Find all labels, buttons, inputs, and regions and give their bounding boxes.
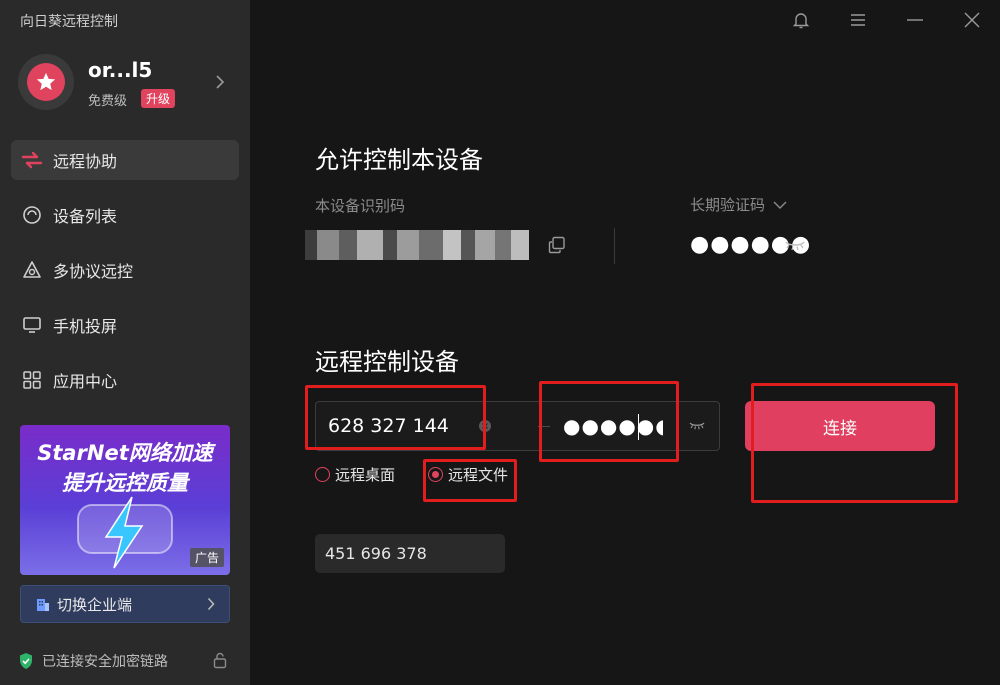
- partner-password-input[interactable]: [563, 410, 663, 442]
- sidebar-item-remote-assist[interactable]: 远程协助: [11, 140, 239, 180]
- menu-icon: [850, 14, 865, 26]
- allow-control-title: 允许控制本设备: [315, 146, 483, 174]
- star-icon: [36, 72, 56, 91]
- app-title: 向日葵远程控制: [20, 14, 118, 30]
- chevron-down-icon: [773, 201, 787, 209]
- secure-status-label: 已连接安全加密链路: [42, 654, 168, 670]
- radio-remote-desktop[interactable]: 远程桌面: [315, 464, 395, 485]
- sidebar-item-multi-protocol[interactable]: 多协议远控: [11, 250, 239, 290]
- ad-tag: 广告: [189, 548, 224, 567]
- sidebar-item-label: 多协议远控: [53, 262, 134, 281]
- secure-connection-status: 已连接安全加密链路: [18, 650, 233, 672]
- ad-banner[interactable]: StarNet网络加速 提升远控质量 广告: [20, 425, 230, 575]
- copy-icon[interactable]: [548, 236, 566, 254]
- screen-cast-icon: [21, 314, 43, 336]
- radio-label: 远程文件: [448, 466, 509, 484]
- divider: [614, 228, 615, 264]
- switch-enterprise-label: 切换企业端: [57, 595, 133, 614]
- minimize-icon: [906, 19, 923, 21]
- menu-button[interactable]: [829, 0, 886, 40]
- app-center-icon: [21, 369, 43, 391]
- account-tier: 免费级: [88, 94, 128, 109]
- eye-closed-icon[interactable]: [785, 240, 805, 252]
- profile-card[interactable]: or...l5 免费级 升级: [18, 54, 233, 112]
- radio-circle: [315, 467, 330, 482]
- building-icon: [37, 599, 49, 611]
- remote-assist-icon: [21, 149, 43, 171]
- device-list-icon: [21, 204, 43, 226]
- code-type-label: 长期验证码: [690, 196, 766, 214]
- radio-label: 远程桌面: [335, 466, 396, 484]
- username: or...l5: [88, 58, 153, 82]
- chevron-right-icon: [216, 75, 225, 89]
- chevron-right-icon: [207, 597, 215, 611]
- clear-icon[interactable]: [478, 419, 492, 433]
- sidebar-item-app-center[interactable]: 应用中心: [11, 360, 239, 400]
- connect-input-group: [315, 401, 720, 451]
- shield-check-icon: [20, 653, 32, 669]
- ad-subheadline: 提升远控质量: [62, 471, 188, 495]
- text-caret: [638, 414, 639, 440]
- lightning-icon: [77, 496, 173, 569]
- field-separator: [538, 426, 550, 427]
- switch-enterprise-button[interactable]: 切换企业端: [20, 585, 230, 623]
- radio-remote-file[interactable]: 远程文件: [428, 464, 508, 485]
- sidebar-item-label: 远程协助: [53, 152, 118, 171]
- sidebar: 向日葵远程控制 or...l5 免费级 升级 远程协助 设备列表 多协议远控 手…: [0, 0, 250, 685]
- sidebar-item-label: 设备列表: [53, 207, 118, 226]
- ad-headline: StarNet网络加速: [37, 441, 213, 465]
- close-button[interactable]: [943, 0, 1000, 40]
- partner-id-input[interactable]: [328, 410, 478, 442]
- window-controls: [772, 0, 1000, 40]
- lock-icon[interactable]: [213, 652, 227, 669]
- sidebar-item-label: 手机投屏: [53, 317, 118, 336]
- recent-device-chip[interactable]: 451 696 378: [315, 534, 505, 573]
- bell-icon: [792, 13, 809, 29]
- eye-closed-icon[interactable]: [689, 421, 705, 431]
- connect-button[interactable]: 连接: [745, 401, 935, 451]
- device-id-label: 本设备识别码: [315, 197, 406, 215]
- sidebar-item-device-list[interactable]: 设备列表: [11, 195, 239, 235]
- notification-button[interactable]: [772, 0, 829, 40]
- sidebar-item-screen-cast[interactable]: 手机投屏: [11, 305, 239, 345]
- code-type-dropdown[interactable]: 长期验证码: [690, 194, 787, 215]
- radio-circle: [428, 467, 443, 482]
- minimize-button[interactable]: [886, 0, 943, 40]
- sidebar-item-label: 应用中心: [53, 372, 118, 391]
- close-icon: [964, 12, 979, 28]
- remote-control-title: 远程控制设备: [315, 348, 459, 376]
- multi-protocol-icon: [21, 259, 43, 281]
- upgrade-badge[interactable]: 升级: [141, 89, 176, 108]
- device-id-value-obscured: [305, 230, 529, 260]
- avatar: [18, 54, 74, 110]
